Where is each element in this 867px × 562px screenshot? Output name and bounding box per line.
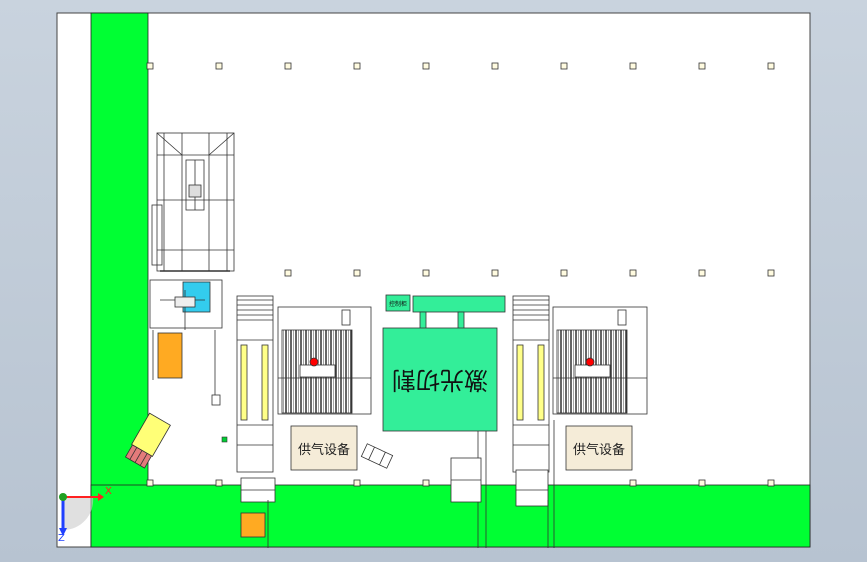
red-dot-right <box>585 357 595 367</box>
red-dot <box>309 357 319 367</box>
triad-z-label: Z <box>58 533 65 544</box>
machine-left[interactable] <box>277 306 372 415</box>
gas-supply-right-label: 供气设备 <box>573 442 625 458</box>
marker-green <box>221 436 228 443</box>
tower-structure[interactable] <box>151 132 235 272</box>
laser-cutting-label: 激光切割 <box>392 366 488 394</box>
machine-right[interactable] <box>552 306 648 415</box>
gas-supply-left[interactable]: 供气设备 <box>290 425 358 471</box>
gas-supply-left-label: 供气设备 <box>298 442 350 458</box>
floor-lane-left <box>90 12 149 548</box>
gas-supply-right[interactable]: 供气设备 <box>565 425 633 471</box>
small-tag-label: 控制柜 <box>389 300 407 308</box>
triad-x-label: X <box>105 486 112 497</box>
floor-lane-bottom <box>90 484 811 548</box>
cad-viewport[interactable]: 供气设备 控制柜 激光切割 供气设备 X Z <box>0 0 867 562</box>
